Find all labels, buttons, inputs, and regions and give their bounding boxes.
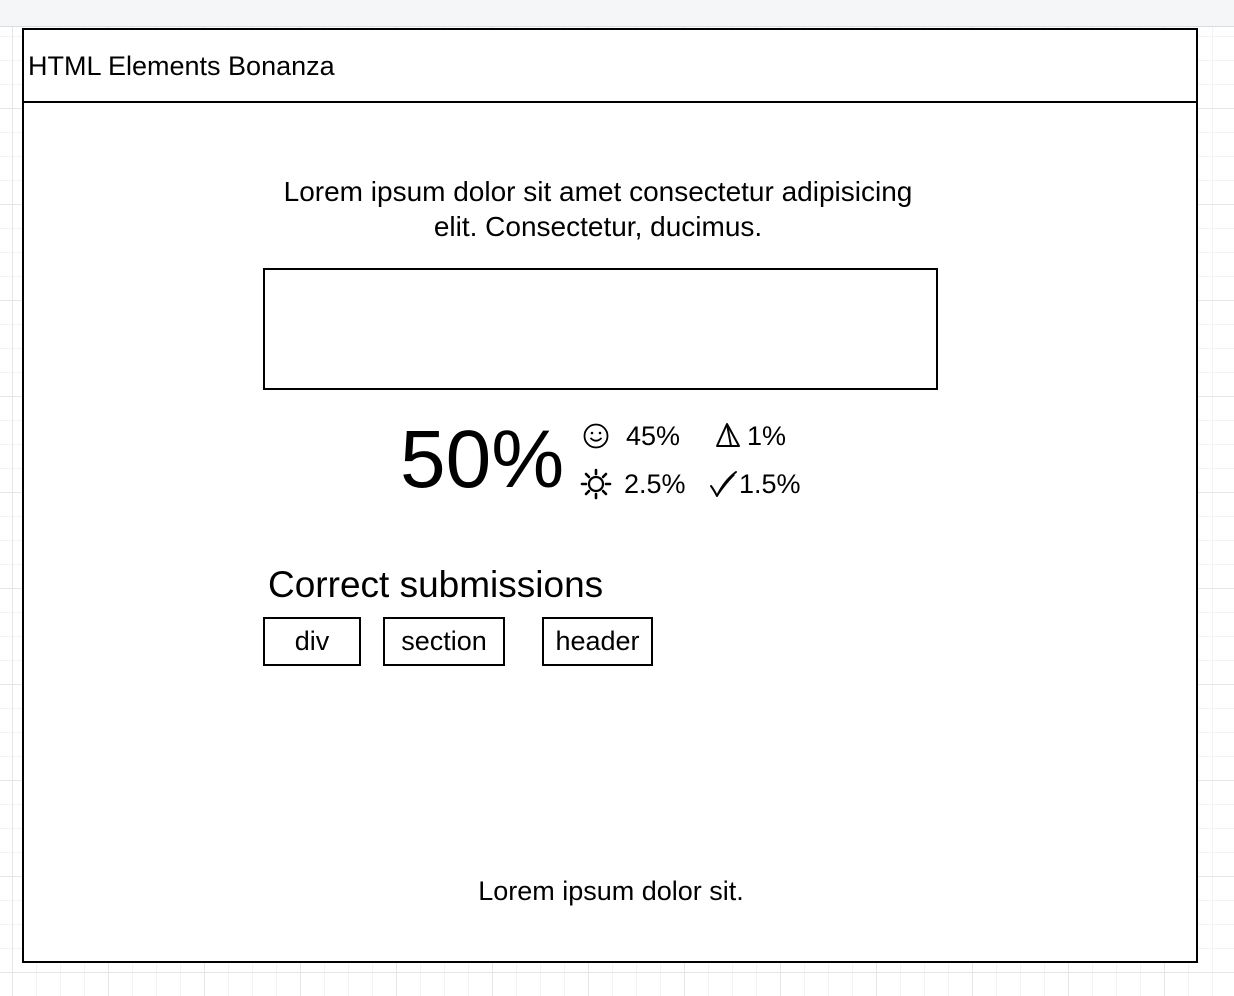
stat-smiley: 45% bbox=[582, 420, 680, 452]
app-title: HTML Elements Bonanza bbox=[28, 51, 335, 81]
stat-value: 2.5% bbox=[624, 469, 686, 499]
stat-quill-check: 1.5% bbox=[708, 468, 801, 500]
pyramid-icon bbox=[714, 421, 744, 451]
wireframe-window: HTML Elements Bonanza Lorem ipsum dolor … bbox=[22, 28, 1198, 963]
submission-tag[interactable]: header bbox=[542, 617, 653, 666]
stat-value: 45% bbox=[626, 421, 681, 451]
stat-sun: 2.5% bbox=[580, 468, 686, 500]
answer-input-box[interactable] bbox=[263, 268, 938, 390]
top-toolbar-strip bbox=[0, 0, 1234, 27]
stat-value: 1.5% bbox=[739, 469, 801, 499]
sun-icon bbox=[580, 468, 612, 500]
quill-check-icon bbox=[708, 469, 738, 499]
submission-tag[interactable]: div bbox=[263, 617, 361, 666]
footer-text: Lorem ipsum dolor sit. bbox=[478, 876, 744, 906]
header-bar: HTML Elements Bonanza bbox=[24, 30, 1196, 103]
intro-paragraph: Lorem ipsum dolor sit amet consectetur a… bbox=[283, 176, 913, 242]
correct-submissions-heading: Correct submissions bbox=[268, 564, 604, 605]
smiley-icon bbox=[582, 422, 610, 450]
overall-score-percent: 50% bbox=[400, 414, 565, 505]
stat-value: 1% bbox=[747, 421, 787, 451]
stat-pyramid: 1% bbox=[714, 420, 786, 452]
submission-tag[interactable]: section bbox=[383, 617, 505, 666]
